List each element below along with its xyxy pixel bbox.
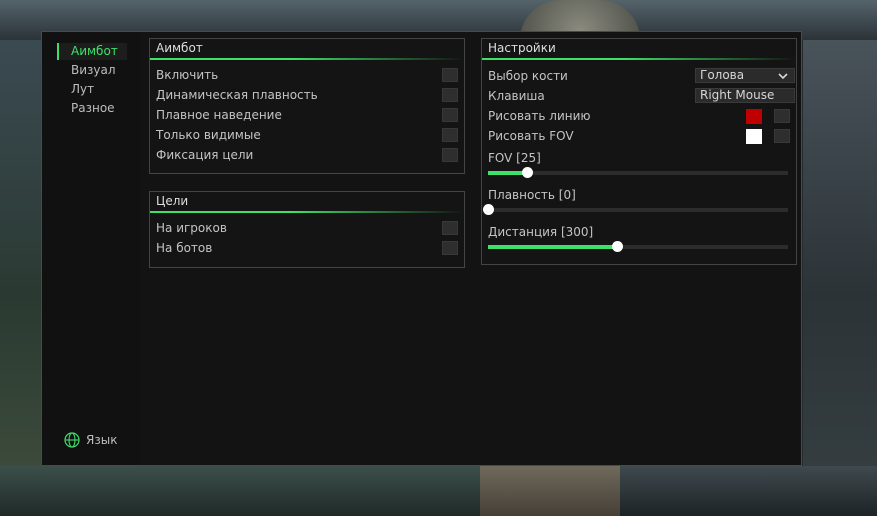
cheat-menu-window: Аимбот Визуал Лут Разное Язык Аимбот Вкл… bbox=[41, 31, 802, 466]
option-row-bots: На ботов bbox=[156, 240, 458, 258]
option-label: Фиксация цели bbox=[156, 148, 254, 162]
chevron-down-icon bbox=[778, 73, 788, 80]
smooth-slider-label: Плавность [0] bbox=[488, 188, 576, 202]
option-row-enable: Включить bbox=[156, 67, 458, 85]
bone-select[interactable]: Голова bbox=[695, 68, 795, 83]
sidebar-item-visual[interactable]: Визуал bbox=[57, 62, 127, 79]
setting-row-key: Клавиша Right Mouse bbox=[488, 88, 795, 106]
panel-underline bbox=[482, 58, 796, 60]
draw-fov-checkbox[interactable] bbox=[774, 129, 790, 143]
option-row-visible-only: Только видимые bbox=[156, 127, 458, 145]
bone-select-value: Голова bbox=[700, 68, 745, 82]
bone-label: Выбор кости bbox=[488, 69, 568, 83]
option-row-players: На игроков bbox=[156, 220, 458, 238]
setting-row-draw-fov: Рисовать FOV bbox=[488, 128, 790, 146]
sidebar-item-loot[interactable]: Лут bbox=[57, 81, 127, 98]
panel-title: Настройки bbox=[488, 41, 556, 55]
sidebar-item-aimbot[interactable]: Аимбот bbox=[57, 43, 127, 60]
bots-checkbox[interactable] bbox=[442, 241, 458, 255]
option-label: Динамическая плавность bbox=[156, 88, 318, 102]
aimbot-panel: Аимбот Включить Динамическая плавность П… bbox=[149, 38, 465, 174]
draw-line-color-swatch[interactable] bbox=[746, 109, 762, 124]
panel-underline bbox=[150, 211, 464, 213]
settings-panel: Настройки Выбор кости Голова Клавиша Rig… bbox=[481, 38, 797, 265]
players-checkbox[interactable] bbox=[442, 221, 458, 235]
panel-title: Цели bbox=[156, 194, 189, 208]
fov-slider-knob[interactable] bbox=[522, 167, 533, 178]
fov-slider-label: FOV [25] bbox=[488, 151, 541, 165]
sidebar: Аимбот Визуал Лут Разное Язык bbox=[42, 32, 140, 465]
distance-slider[interactable] bbox=[488, 241, 788, 252]
fov-slider[interactable] bbox=[488, 167, 788, 178]
setting-row-draw-line: Рисовать линию bbox=[488, 108, 790, 126]
language-selector[interactable]: Язык bbox=[64, 431, 117, 449]
distance-slider-knob[interactable] bbox=[612, 241, 623, 252]
option-label: Только видимые bbox=[156, 128, 261, 142]
sidebar-item-misc[interactable]: Разное bbox=[57, 100, 127, 117]
setting-row-bone: Выбор кости Голова bbox=[488, 68, 795, 86]
smooth-aim-checkbox[interactable] bbox=[442, 108, 458, 122]
key-bind-button[interactable]: Right Mouse bbox=[695, 88, 795, 103]
smooth-slider[interactable] bbox=[483, 204, 788, 215]
targets-panel: Цели На игроков На ботов bbox=[149, 191, 465, 268]
draw-fov-label: Рисовать FOV bbox=[488, 129, 574, 143]
enable-checkbox[interactable] bbox=[442, 68, 458, 82]
panel-title: Аимбот bbox=[156, 41, 203, 55]
visible-only-checkbox[interactable] bbox=[442, 128, 458, 142]
option-label: Плавное наведение bbox=[156, 108, 282, 122]
draw-fov-color-swatch[interactable] bbox=[746, 129, 762, 144]
draw-line-label: Рисовать линию bbox=[488, 109, 591, 123]
option-label: На игроков bbox=[156, 221, 227, 235]
option-row-smooth-aim: Плавное наведение bbox=[156, 107, 458, 125]
language-label: Язык bbox=[86, 433, 118, 447]
option-row-target-lock: Фиксация цели bbox=[156, 147, 458, 165]
panel-underline bbox=[150, 58, 464, 60]
globe-icon bbox=[64, 432, 80, 448]
option-label: Включить bbox=[156, 68, 219, 82]
distance-slider-fill bbox=[488, 245, 617, 249]
option-label: На ботов bbox=[156, 241, 213, 255]
key-label: Клавиша bbox=[488, 89, 545, 103]
option-row-dynamic-smooth: Динамическая плавность bbox=[156, 87, 458, 105]
distance-slider-label: Дистанция [300] bbox=[488, 225, 594, 239]
draw-line-checkbox[interactable] bbox=[774, 109, 790, 123]
target-lock-checkbox[interactable] bbox=[442, 148, 458, 162]
dynamic-smooth-checkbox[interactable] bbox=[442, 88, 458, 102]
smooth-slider-knob[interactable] bbox=[483, 204, 494, 215]
